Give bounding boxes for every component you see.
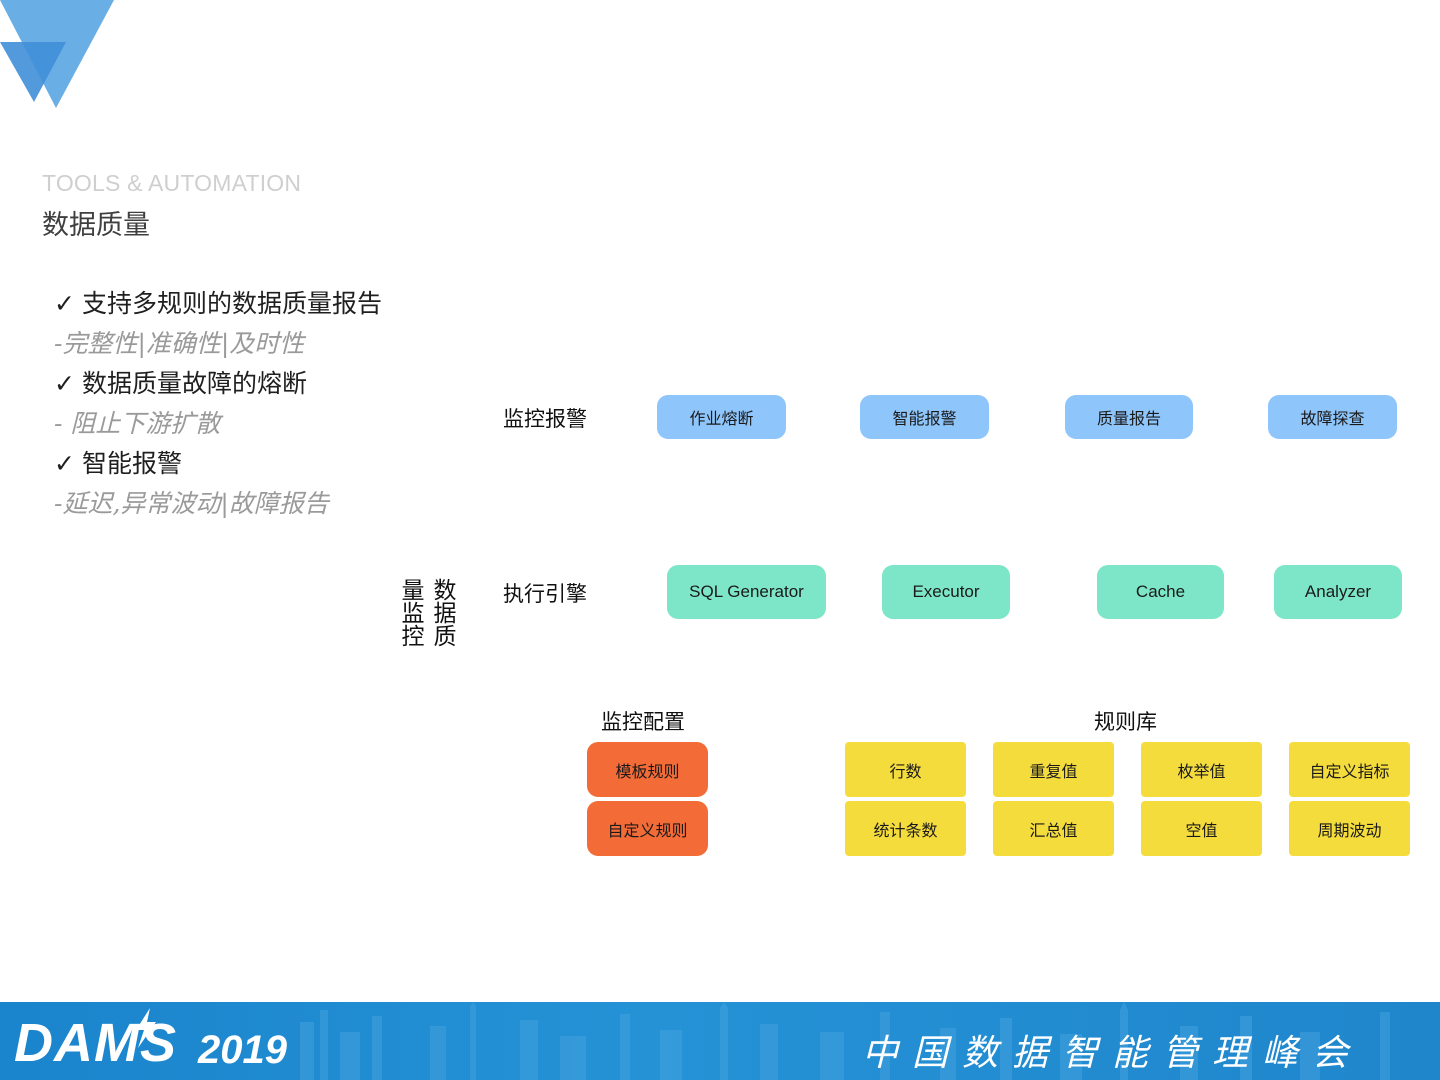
- feature-text: 智能报警: [82, 449, 183, 478]
- engine-item-cache: Cache: [1097, 565, 1224, 619]
- feature-text: 支持多规则的数据质量报告: [82, 289, 383, 318]
- feature-detail: - 阻止下游扩散: [54, 409, 221, 438]
- config-item-template-rule: 模板规则: [587, 742, 708, 797]
- rule-item-custom-metric: 自定义指标: [1289, 742, 1410, 797]
- feature-item: ✓ 智能报警: [54, 444, 382, 484]
- checkmark-icon: ✓: [54, 289, 75, 318]
- rule-item-null: 空值: [1141, 801, 1262, 856]
- section-kicker: TOOLS & AUTOMATION: [42, 170, 302, 196]
- feature-item: ✓ 支持多规则的数据质量报告: [54, 284, 382, 324]
- diagram-vertical-title: 数据质量监控: [397, 578, 455, 647]
- checkmark-icon: ✓: [54, 449, 75, 478]
- rule-item-stat-count: 统计条数: [845, 801, 966, 856]
- feature-item: ✓ 数据质量故障的熔断: [54, 364, 382, 404]
- monitor-item-job-circuit-break: 作业熔断: [657, 395, 786, 439]
- engine-row-label: 执行引擎: [503, 582, 587, 606]
- engine-item-sql-generator: SQL Generator: [667, 565, 826, 619]
- feature-list: ✓ 支持多规则的数据质量报告 -完整性|准确性|及时性 ✓ 数据质量故障的熔断 - …: [54, 284, 382, 524]
- feature-detail: -延迟,异常波动|故障报告: [54, 489, 329, 518]
- monitor-item-smart-alert: 智能报警: [860, 395, 989, 439]
- feature-text: 数据质量故障的熔断: [82, 369, 308, 398]
- engine-item-analyzer: Analyzer: [1274, 565, 1402, 619]
- config-item-custom-rule: 自定义规则: [587, 801, 708, 856]
- feature-detail: -完整性|准确性|及时性: [54, 329, 305, 358]
- monitor-item-quality-report: 质量报告: [1065, 395, 1193, 439]
- monitor-row-label: 监控报警: [503, 407, 587, 431]
- page-title: 数据质量: [42, 210, 150, 241]
- config-group-label: 监控配置: [601, 710, 685, 734]
- rules-group-label: 规则库: [1094, 710, 1157, 734]
- footer-banner: DAMS 2019 中国数据智能管理峰会: [0, 1002, 1440, 1080]
- rule-item-enum: 枚举值: [1141, 742, 1262, 797]
- logo-triangle-icon: [0, 0, 114, 108]
- checkmark-icon: ✓: [54, 369, 75, 398]
- rule-item-periodic-fluctuation: 周期波动: [1289, 801, 1410, 856]
- engine-item-executor: Executor: [882, 565, 1010, 619]
- footer-title: 中国数据智能管理峰会: [861, 1033, 1362, 1074]
- rule-item-duplicate: 重复值: [993, 742, 1114, 797]
- brand-year: 2019: [198, 1028, 287, 1072]
- rule-item-row-count: 行数: [845, 742, 966, 797]
- monitor-item-fault-probe: 故障探查: [1268, 395, 1397, 439]
- rule-item-sum: 汇总值: [993, 801, 1114, 856]
- lightning-icon: [136, 1008, 156, 1048]
